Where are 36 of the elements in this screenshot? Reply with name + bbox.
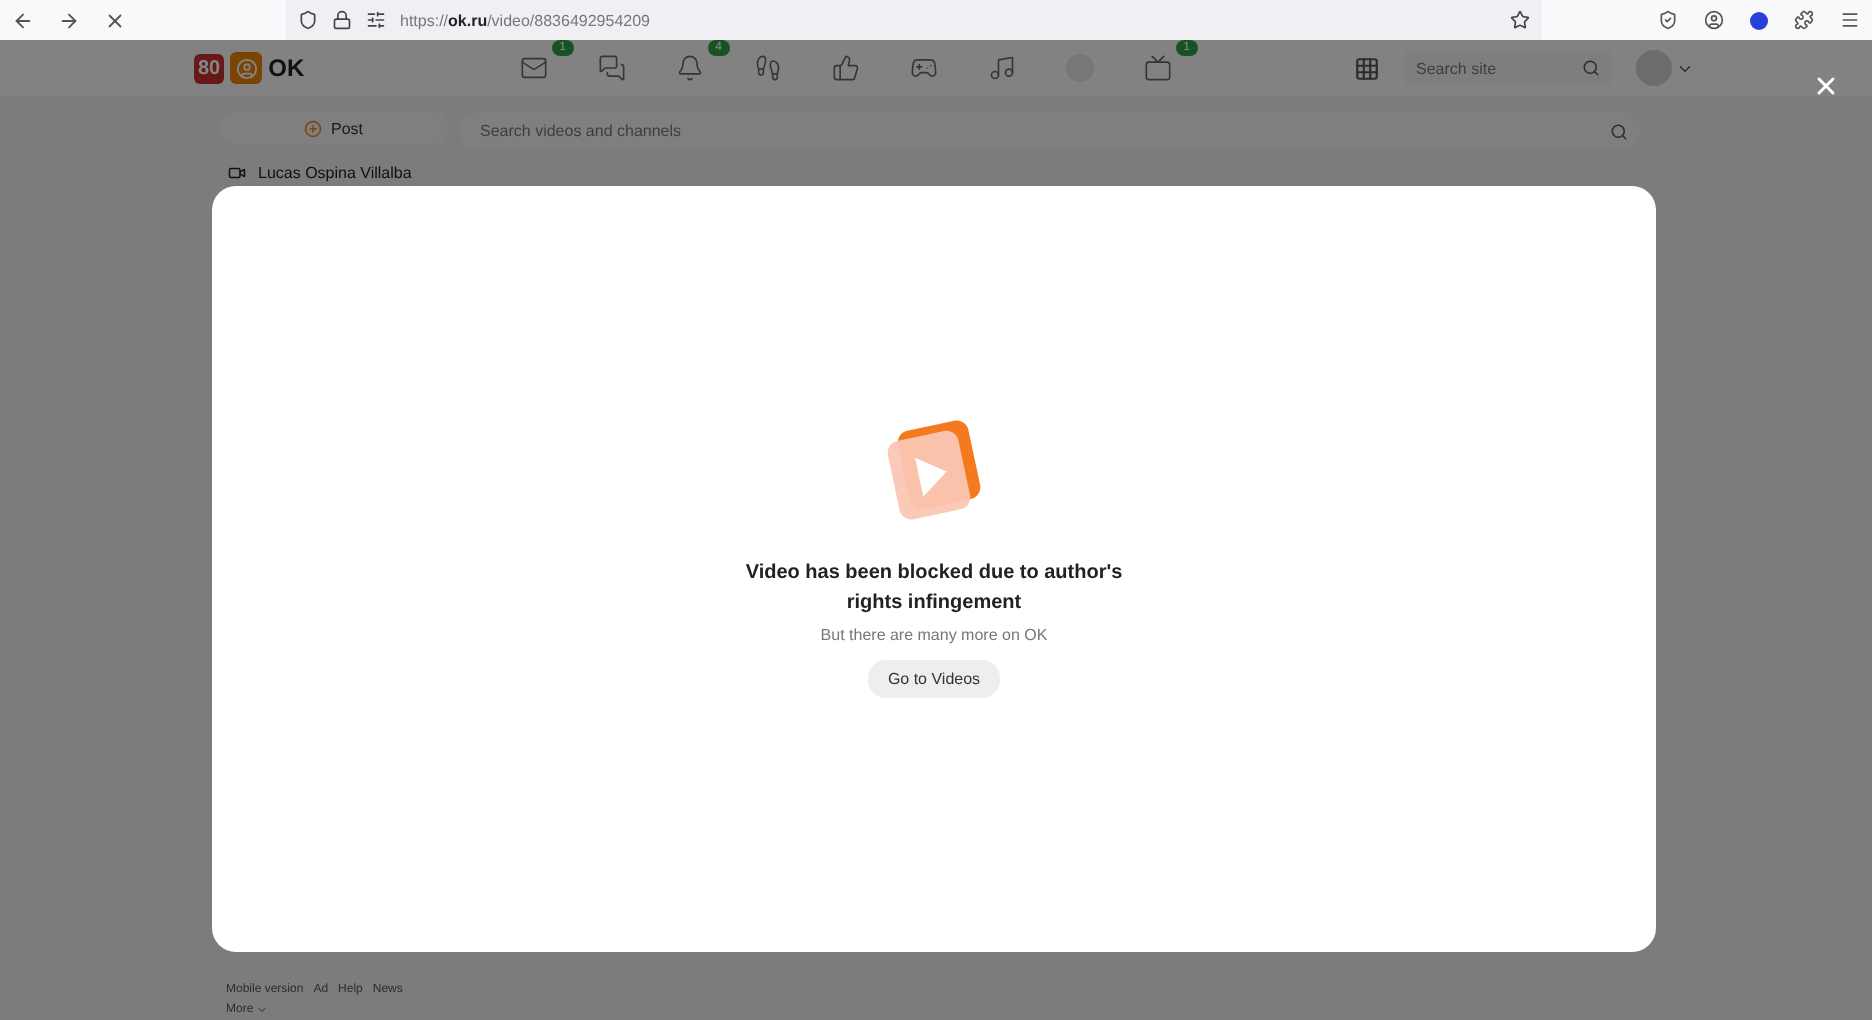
logo-text: OK	[268, 54, 305, 82]
footprints-icon	[754, 54, 782, 82]
star-icon[interactable]	[1510, 10, 1530, 30]
modal-title: Video has been blocked due to author's rights infingement	[743, 559, 1125, 617]
gamepad-icon	[910, 54, 938, 82]
thumbs-up-icon	[832, 54, 860, 82]
channel-name: Lucas Ospina Villalba	[258, 164, 412, 182]
puzzle-icon[interactable]	[1794, 10, 1814, 30]
chat-icon	[598, 54, 626, 82]
address-bar[interactable]: https://ok.ru/video/8836492954209	[286, 0, 1542, 40]
search-field[interactable]: Search site	[1404, 50, 1612, 86]
music-icon	[988, 54, 1016, 82]
logo-badge: 80	[194, 53, 225, 83]
close-button[interactable]	[1812, 72, 1840, 100]
go-to-videos-button[interactable]: Go to Videos	[867, 659, 1001, 697]
channel-link[interactable]: Lucas Ospina Villalba	[220, 164, 448, 182]
forward-icon[interactable]	[58, 9, 80, 31]
menu-icon[interactable]	[1840, 10, 1860, 30]
account-icon[interactable]	[1704, 10, 1724, 30]
plus-icon	[304, 119, 323, 137]
modal-subtitle: But there are many more on OK	[820, 625, 1048, 643]
tv-icon	[1144, 54, 1172, 82]
search-icon[interactable]	[1610, 122, 1628, 140]
close-icon[interactable]	[104, 9, 126, 31]
url-text: https://ok.ru/video/8836492954209	[400, 11, 652, 29]
apps-grid-icon[interactable]	[1354, 55, 1380, 81]
back-icon[interactable]	[12, 9, 34, 31]
caret-icon	[255, 1004, 268, 1016]
sliders-icon	[366, 10, 386, 30]
search-icon[interactable]	[1582, 59, 1600, 77]
mail-icon	[520, 54, 548, 82]
video-icon	[228, 164, 246, 182]
bell-icon	[676, 54, 704, 82]
lock-icon	[332, 10, 352, 30]
shield-icon	[298, 10, 318, 30]
logo-icon	[230, 52, 263, 84]
